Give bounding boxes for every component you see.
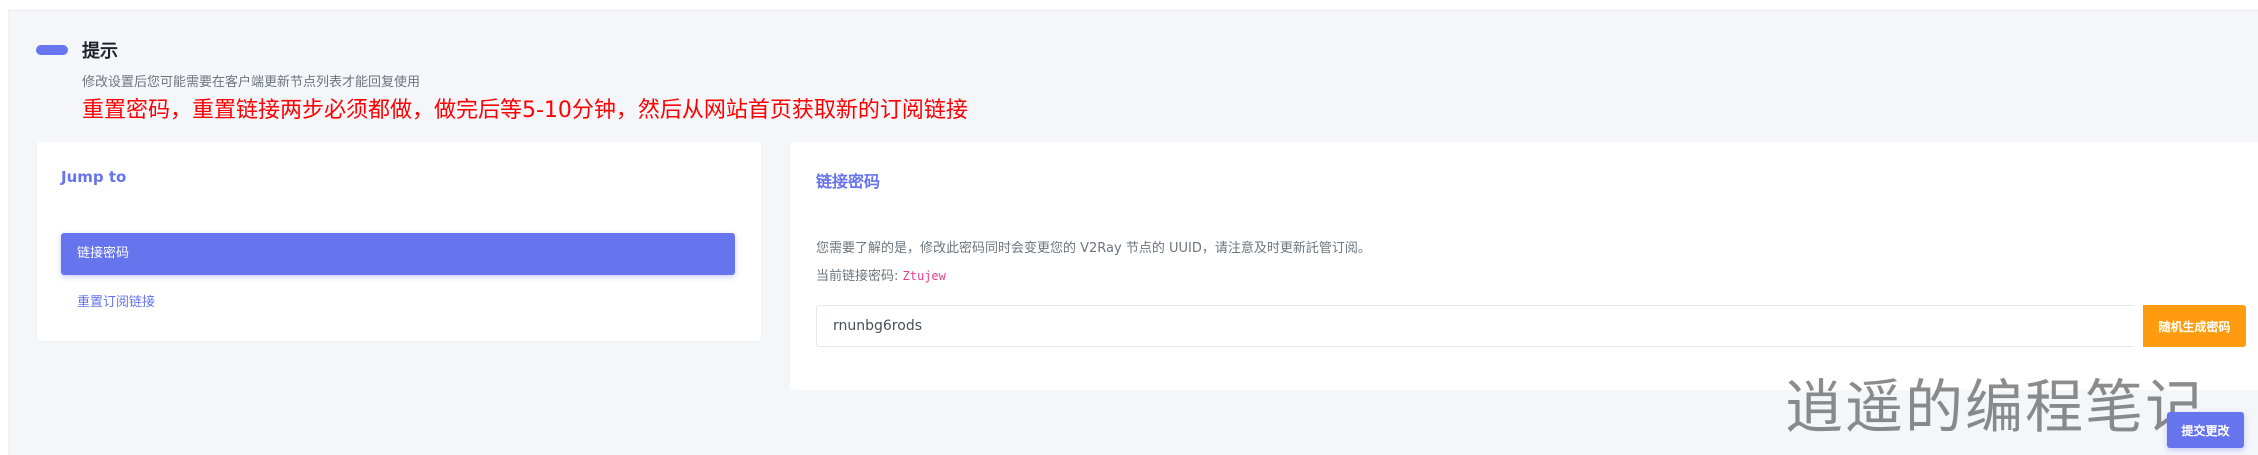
notice-subtitle: 修改设置后您可能需要在客户端更新节点列表才能回复使用: [82, 75, 421, 90]
notice-indicator-icon: [36, 45, 68, 55]
link-password-card: 链接密码 您需要了解的是，修改此密码同时会变更您的 V2Ray 节点的 UUID…: [790, 142, 2258, 390]
left-edge: [0, 0, 9, 455]
link-password-title: 链接密码: [816, 172, 881, 191]
current-password-label: 当前链接密码:: [816, 269, 903, 284]
page: 提示 修改设置后您可能需要在客户端更新节点列表才能回复使用 重置密码，重置链接两…: [0, 0, 2258, 455]
jump-to-title: Jump to: [61, 168, 127, 186]
link-password-description: 您需要了解的是，修改此密码同时会变更您的 V2Ray 节点的 UUID，请注意及…: [816, 241, 1371, 256]
jump-to-card: Jump to 链接密码 重置订阅链接: [37, 142, 761, 341]
current-password-line: 当前链接密码: Ztujew: [816, 265, 946, 284]
random-generate-button[interactable]: 随机生成密码: [2143, 305, 2246, 347]
jump-item-reset-subscription[interactable]: 重置订阅链接: [77, 291, 155, 310]
top-card-edge: [8, 0, 2258, 11]
watermark-text: 逍遥的编程笔记: [1785, 373, 2206, 441]
notice-warning: 重置密码，重置链接两步必须都做，做完后等5-10分钟，然后从网站首页获取新的订阅…: [82, 98, 968, 123]
submit-changes-button[interactable]: 提交更改: [2167, 412, 2244, 448]
jump-item-link-password[interactable]: 链接密码: [61, 233, 735, 275]
notice-title: 提示: [82, 41, 118, 62]
new-password-input[interactable]: [816, 305, 2134, 347]
current-password-value: Ztujew: [902, 269, 946, 283]
